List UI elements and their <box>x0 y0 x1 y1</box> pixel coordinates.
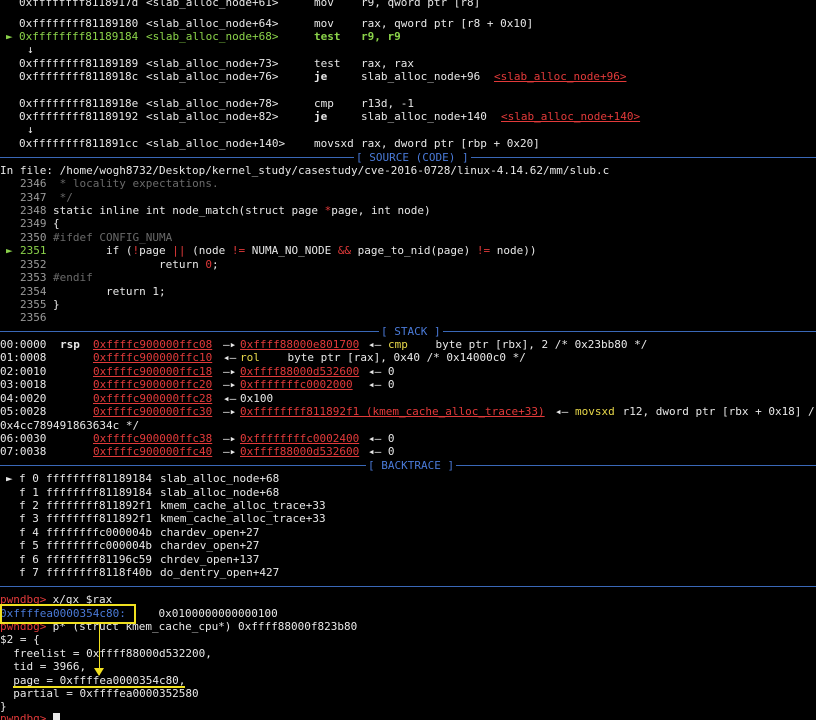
stack-row: 04:0020 0xffffc900000ffc28 ◂— 0x100 <box>0 392 274 405</box>
annotation-highlight-box <box>0 604 136 624</box>
source-line: 2350 #ifdef CONFIG_NUMA <box>20 231 173 244</box>
pointer-arrow-icon: —▸ <box>223 378 237 391</box>
backtrace-frame: f 6 ffffffff81196c59 chrdev_open+137 <box>19 553 260 566</box>
pwndbg-prompt: pwndbg> <box>0 712 47 720</box>
stack-address-link[interactable]: 0xffffc900000ffc18 <box>93 365 212 378</box>
source-line: 2355 } <box>20 298 60 311</box>
jump-down-arrow-icon: ↓ <box>27 123 34 136</box>
disasm-line-current: ► 0xffffffff81189184 <slab_alloc_node+68… <box>6 30 401 43</box>
backtrace-frame: f 7 ffffffff8118f40b do_dentry_open+427 <box>19 566 280 579</box>
disasm-line: 0xffffffff81189189 <slab_alloc_node+73> … <box>19 57 414 70</box>
console-output-line: tid = 3966, <box>0 660 87 673</box>
stack-row-wrap: 0x4cc789491863634c */ <box>0 419 140 432</box>
disasm-line: 0xffffffff81189192 <slab_alloc_node+82> … <box>19 110 641 123</box>
source-line: 2354 return 1; <box>20 285 166 298</box>
stack-row: 03:0018 0xffffc900000ffc20 —▸ 0xfffffffc… <box>0 378 395 391</box>
current-instruction-arrow-icon: ► <box>6 30 13 43</box>
backtrace-section-header: [ BACKTRACE ] <box>0 459 816 473</box>
source-line: 2353 #endif <box>20 271 93 284</box>
text-cursor <box>53 713 60 720</box>
source-line: 2347 */ <box>20 191 73 204</box>
stack-address-link[interactable]: 0xffffc900000ffc28 <box>93 392 212 405</box>
source-line: 2356 <box>20 311 47 324</box>
backtrace-frame: f 3 ffffffff811892f1 kmem_cache_alloc_tr… <box>19 512 326 525</box>
stack-address-link[interactable]: 0xffffc900000ffc10 <box>93 351 212 364</box>
jump-target-link[interactable]: <slab_alloc_node+96> <box>494 70 626 83</box>
pointer-value-link[interactable]: 0xffff88000d532600 <box>240 365 359 378</box>
current-line-arrow-icon: ► <box>6 244 13 257</box>
source-line: 2346 * locality expectations. <box>20 177 219 190</box>
pointer-value-link[interactable]: 0xffff88000e801700 <box>240 338 359 351</box>
stack-address-link[interactable]: 0xffffc900000ffc40 <box>93 445 212 458</box>
stack-address-link[interactable]: 0xffffc900000ffc30 <box>93 405 212 418</box>
current-frame-arrow-icon: ► <box>6 472 13 485</box>
console-output-line: partial = 0xffffea0000352580 <box>0 687 199 700</box>
pointer-arrow-icon: ◂— <box>223 351 237 364</box>
source-line: 2348 static inline int node_match(struct… <box>20 204 431 217</box>
disasm-line: 0xffffffff811891cc <slab_alloc_node+140>… <box>19 137 540 150</box>
stack-row: 07:0038 0xffffc900000ffc40 —▸ 0xffff8800… <box>0 445 395 458</box>
disasm-line: 0xffffffff8118918c <slab_alloc_node+76> … <box>19 70 627 83</box>
stack-row: 06:0030 0xffffc900000ffc38 —▸ 0xffffffff… <box>0 432 395 445</box>
annotation-arrow-icon <box>94 668 104 676</box>
source-line: 2349 { <box>20 217 60 230</box>
pointer-arrow-icon: —▸ <box>223 405 237 418</box>
pointer-value-link[interactable]: 0xfffffffc0002000 <box>240 378 353 391</box>
pointer-value-link[interactable]: 0xffffffffc0002400 <box>240 432 359 445</box>
console-input-line[interactable]: pwndbg> <box>0 712 46 720</box>
stack-row: 02:0010 0xffffc900000ffc18 —▸ 0xffff8800… <box>0 365 395 378</box>
stack-section-header: [ STACK ] <box>0 325 816 339</box>
pointer-arrow-icon: —▸ <box>223 445 237 458</box>
backtrace-frame: f 5 ffffffffc000004b chardev_open+27 <box>19 539 260 552</box>
stack-row: 05:0028 0xffffc900000ffc30 —▸ 0xffffffff… <box>0 405 815 418</box>
stack-address-link[interactable]: 0xffffc900000ffc38 <box>93 432 212 445</box>
pointer-value-link[interactable]: 0xffff88000d532600 <box>240 445 359 458</box>
terminal[interactable]: 0xffffffff8118917d <slab_alloc_node+61> … <box>0 0 816 720</box>
pointer-arrow-icon: ◂— <box>223 392 237 405</box>
pointer-arrow-icon: —▸ <box>223 432 237 445</box>
source-line: 2352 return 0; <box>20 258 219 271</box>
source-section-header: [ SOURCE (CODE) ] <box>0 151 816 165</box>
pointer-arrow-icon: —▸ <box>223 338 237 351</box>
pointer-arrow-icon: —▸ <box>223 365 237 378</box>
stack-row: 01:0008 0xffffc900000ffc10 ◂— rol byte p… <box>0 351 526 364</box>
jump-down-arrow-icon: ↓ <box>27 43 34 56</box>
stack-address-link[interactable]: 0xffffc900000ffc20 <box>93 378 212 391</box>
context-end-divider <box>0 580 816 593</box>
jump-target-link[interactable]: <slab_alloc_node+140> <box>501 110 640 123</box>
source-line-current: ► 2351 if (!page || (node != NUMA_NO_NOD… <box>6 244 537 257</box>
annotation-underline <box>13 686 185 688</box>
pointer-value-link[interactable]: 0xffffffff811892f1 (kmem_cache_alloc_tra… <box>240 405 545 418</box>
console-output-line: $2 = { <box>0 633 40 646</box>
disasm-line: 0xffffffff8118918e <slab_alloc_node+78> … <box>19 97 414 110</box>
backtrace-frame: f 1 ffffffff81189184 slab_alloc_node+68 <box>19 486 280 499</box>
backtrace-frame: f 4 ffffffffc000004b chardev_open+27 <box>19 526 260 539</box>
disasm-line: 0xffffffff81189180 <slab_alloc_node+64> … <box>19 17 534 30</box>
stack-address-link[interactable]: 0xffffc900000ffc08 <box>93 338 212 351</box>
backtrace-frame-current: ► f 0 ffffffff81189184 slab_alloc_node+6… <box>6 472 280 485</box>
disasm-line: 0xffffffff8118917d <slab_alloc_node+61> … <box>19 0 481 9</box>
console-output-line: freelist = 0xffff88000d532200, <box>0 647 212 660</box>
stack-row: 00:0000 rsp 0xffffc900000ffc08 —▸ 0xffff… <box>0 338 648 351</box>
backtrace-frame: f 2 ffffffff811892f1 kmem_cache_alloc_tr… <box>19 499 326 512</box>
source-file-path: In file: /home/wogh8732/Desktop/kernel_s… <box>0 164 610 177</box>
